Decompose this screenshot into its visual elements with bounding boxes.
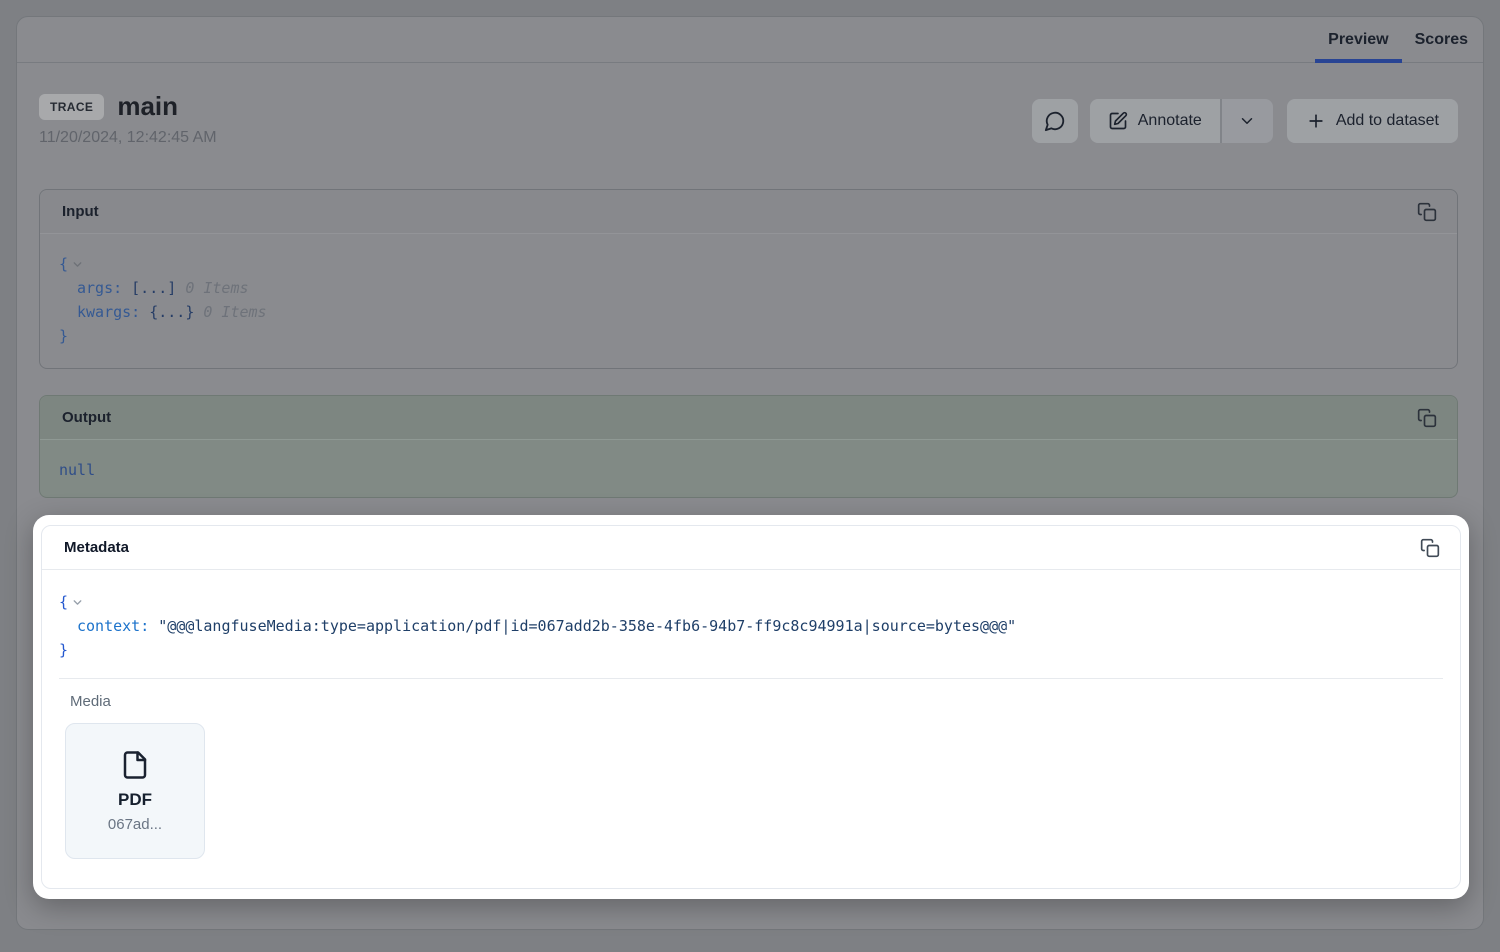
media-attachment-card[interactable]: PDF 067ad... <box>65 723 205 859</box>
metadata-panel-header: Metadata <box>42 526 1460 570</box>
json-key: context: <box>77 617 149 635</box>
media-file-type: PDF <box>118 790 152 810</box>
page-background: Preview Scores TRACE main 11/20/2024, 12… <box>0 0 1500 952</box>
media-section-label: Media <box>70 693 1442 710</box>
json-line: } <box>59 638 1442 662</box>
metadata-json-viewer: { context: "@@@langfuseMedia:type=applic… <box>42 570 1460 678</box>
json-expand-icon[interactable] <box>71 596 84 609</box>
media-section: Media PDF 067ad... <box>42 679 1460 859</box>
json-close-brace: } <box>59 641 68 659</box>
media-file-id: 067ad... <box>108 816 162 833</box>
json-string-value: "@@@langfuseMedia:type=application/pdf|i… <box>158 617 1016 635</box>
json-line[interactable]: context: "@@@langfuseMedia:type=applicat… <box>59 614 1442 638</box>
file-icon <box>120 750 150 780</box>
metadata-spotlight: Metadata { context: <box>33 515 1469 899</box>
json-line[interactable]: { <box>59 590 1442 614</box>
copy-metadata-button[interactable] <box>1416 534 1444 562</box>
metadata-panel: Metadata { context: <box>41 525 1461 889</box>
metadata-panel-title: Metadata <box>64 539 129 556</box>
json-open-brace: { <box>59 593 68 611</box>
copy-icon <box>1420 538 1440 558</box>
